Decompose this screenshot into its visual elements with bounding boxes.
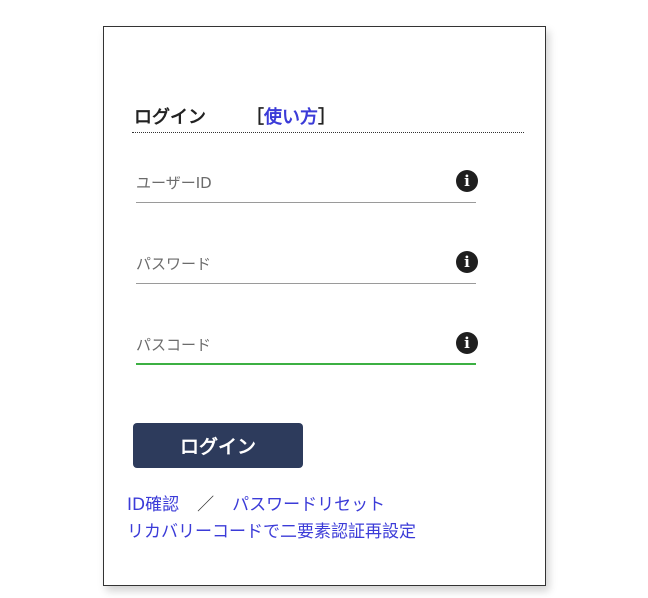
user-id-field: i	[136, 167, 478, 203]
login-header: ログイン ［使い方］	[132, 101, 524, 133]
recovery-code-link[interactable]: リカバリーコードで二要素認証再設定	[127, 522, 416, 542]
user-id-info-icon[interactable]: i	[456, 170, 478, 192]
howto-bracket-open: ［	[246, 107, 264, 128]
link-separator: ／	[197, 495, 215, 515]
links-row-2: リカバリーコードで二要素認証再設定	[127, 519, 416, 546]
page-title: ログイン	[134, 107, 206, 128]
howto-link[interactable]: 使い方	[264, 107, 318, 128]
login-card: ログイン ［使い方］ i i i ログイン ID確認 ／ パスワードリセット リカバ…	[103, 26, 546, 586]
help-links: ID確認 ／ パスワードリセット リカバリーコードで二要素認証再設定	[127, 492, 416, 546]
password-field: i	[136, 248, 478, 284]
howto-bracket-close: ］	[318, 107, 336, 128]
user-id-input[interactable]	[136, 171, 436, 195]
links-row-1: ID確認 ／ パスワードリセット	[127, 492, 416, 519]
login-button[interactable]: ログイン	[133, 423, 303, 468]
passcode-input[interactable]	[136, 333, 436, 357]
passcode-field: i	[136, 329, 478, 365]
passcode-info-icon[interactable]: i	[456, 332, 478, 354]
howto-link-group: ［使い方］	[246, 103, 336, 129]
id-confirm-link[interactable]: ID確認	[127, 495, 179, 515]
password-reset-link[interactable]: パスワードリセット	[232, 495, 385, 515]
password-input[interactable]	[136, 252, 436, 276]
password-info-icon[interactable]: i	[456, 251, 478, 273]
